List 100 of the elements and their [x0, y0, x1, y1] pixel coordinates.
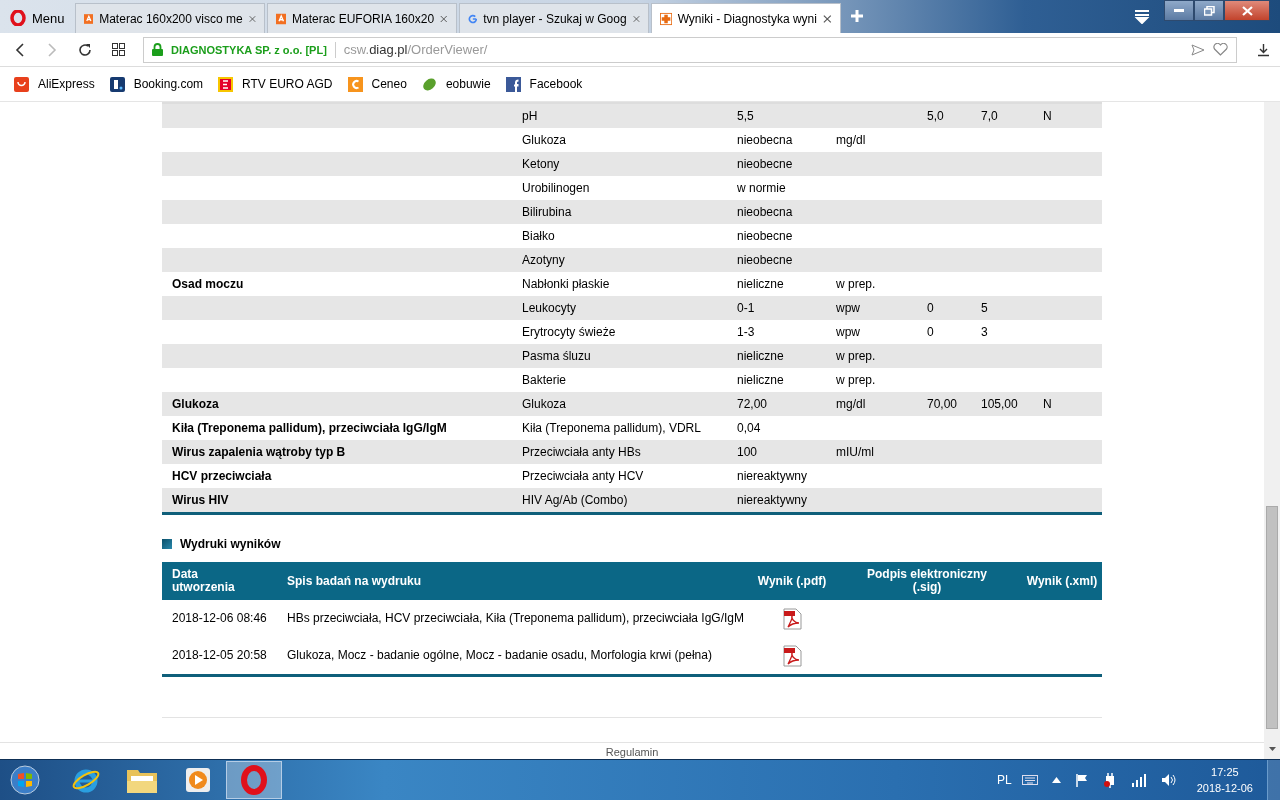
unit: mIU/ml	[836, 445, 875, 459]
language-indicator[interactable]: PL	[997, 773, 1012, 787]
padlock-icon	[152, 43, 163, 56]
test-name: Erytrocyty świeże	[522, 325, 617, 339]
range-max: 5	[981, 301, 989, 315]
reload-icon[interactable]	[78, 42, 92, 57]
test-name: Urobilinogen	[522, 181, 591, 195]
flag-label: N	[1043, 397, 1053, 411]
test-name: Azotyny	[522, 253, 566, 267]
bookmark-link[interactable]: Facebook	[505, 76, 583, 92]
minimize-button[interactable]	[1164, 0, 1194, 21]
opera-logo-icon	[10, 10, 26, 26]
result-value: 0-1	[737, 301, 756, 315]
range-min: 70,00	[927, 397, 959, 411]
play-icon	[184, 766, 212, 794]
result-value: 72,00	[737, 397, 769, 411]
bookmark-link[interactable]: RTV EURO AGD	[218, 76, 333, 92]
address-field[interactable]: DIAGNOSTYKA SP. z o.o. [PL] csw.diag.pl/OrderViewer/	[143, 36, 1237, 63]
test-name: HIV Ag/Ab (Combo)	[522, 493, 629, 507]
send-icon[interactable]	[1191, 43, 1205, 56]
unit: w prep.	[836, 349, 877, 363]
scroll-down-icon[interactable]	[1269, 747, 1276, 751]
restore-button[interactable]	[1194, 0, 1224, 21]
date-cell-text: 2018-12-06 08:46	[171, 612, 268, 625]
browser-tab[interactable]: Materac 160x200 visco me	[74, 3, 265, 33]
result-value: 1-3	[737, 325, 756, 339]
pdf-file-icon[interactable]	[782, 644, 802, 667]
keyboard-icon[interactable]	[1021, 774, 1038, 786]
test-group: Wirus HIV	[162, 493, 522, 507]
close-window-button[interactable]	[1224, 0, 1270, 21]
range-max: 105,00	[981, 397, 1019, 411]
tests-cell-text: HBs przeciwciała, HCV przeciwciała, Kiła (Treponema pallidum), przeciwciała IgG/IgM	[287, 612, 746, 625]
square-logo-icon	[109, 76, 125, 92]
result-value: nieobecne	[737, 157, 794, 171]
letter-a-icon	[275, 11, 286, 26]
test-name: Nabłonki płaskie	[522, 277, 611, 291]
date-cell-text: 2018-12-05 20:58	[171, 649, 268, 662]
bag-icon	[14, 76, 29, 92]
restore-icon	[1203, 5, 1215, 16]
result-value: w normie	[737, 181, 787, 195]
download-icon[interactable]	[1257, 42, 1270, 57]
test-name: Kiła (Treponema pallidum), VDRL	[522, 421, 702, 435]
unit: w prep.	[836, 373, 877, 387]
power-plug-icon[interactable]	[1102, 772, 1117, 788]
bookmark-link[interactable]: eobuwie	[421, 76, 491, 92]
result-value: nieobecne	[737, 229, 794, 243]
square-logo-icon	[218, 76, 234, 92]
test-group: Glukoza	[162, 397, 522, 411]
result-value: niereaktywny	[737, 469, 809, 483]
unit: wpw	[836, 325, 861, 339]
menu-button[interactable]: Menu	[2, 3, 73, 33]
result-value: 0,04	[737, 421, 762, 435]
show-hidden-icons-icon[interactable]	[1051, 777, 1061, 783]
column-header: Wynik (.xml)	[1025, 574, 1099, 588]
result-value: nieliczne	[737, 349, 785, 363]
speaker-icon[interactable]	[1160, 773, 1177, 787]
pdf-file-icon[interactable]	[782, 607, 802, 630]
footer-link[interactable]: Regulamin	[605, 746, 659, 758]
medical-cross-icon	[659, 11, 672, 26]
letter-a-icon	[83, 11, 94, 26]
test-group: HCV przeciwciała	[162, 469, 522, 483]
result-value: 5,5	[737, 109, 755, 123]
column-header: Spis badań na wydruku	[287, 574, 423, 588]
unit: mg/dl	[836, 133, 867, 147]
result-value: nieliczne	[737, 277, 785, 291]
browser-tab[interactable]: Wyniki - Diagnostyka wyni	[650, 3, 841, 33]
range-min: 5,0	[927, 109, 945, 123]
test-name: Przeciwciała anty HBs	[522, 445, 642, 459]
bookmark-link[interactable]: AliExpress	[14, 76, 95, 92]
close-icon[interactable]	[440, 13, 448, 24]
test-name: Ketony	[522, 157, 561, 171]
new-tab-icon[interactable]	[848, 8, 865, 24]
scrollbar[interactable]	[1264, 102, 1280, 759]
bookmark-link[interactable]: Ceneo	[347, 76, 407, 92]
result-value: nieobecne	[737, 253, 794, 267]
result-value: 100	[737, 445, 759, 459]
test-name: Białko	[522, 229, 556, 243]
bookmark-link[interactable]: Booking.com	[109, 76, 204, 92]
range-max: 7,0	[981, 109, 999, 123]
back-icon[interactable]	[14, 42, 26, 57]
square-logo-icon	[505, 76, 521, 92]
test-name: Pasma śluzu	[522, 349, 592, 363]
browser-tab[interactable]: tvn player - Szukaj w Goog	[458, 3, 649, 33]
flag-icon[interactable]	[1074, 773, 1089, 787]
browser-tab[interactable]: Materac EUFORIA 160x20	[266, 3, 457, 33]
result-value: niereaktywny	[737, 493, 809, 507]
square-logo-icon	[347, 76, 363, 92]
leaf-icon	[421, 76, 437, 92]
close-icon[interactable]	[822, 13, 832, 24]
signal-bars-icon[interactable]	[1130, 773, 1147, 787]
range-max: 3	[981, 325, 989, 339]
test-name: Przeciwciała anty HCV	[522, 469, 645, 483]
tab-menu-icon[interactable]	[1134, 10, 1150, 24]
heart-icon[interactable]	[1213, 43, 1228, 56]
result-value: nieliczne	[737, 373, 785, 387]
taskbar-app[interactable]	[226, 761, 282, 799]
flag-label: N	[1043, 109, 1053, 123]
unit: w prep.	[836, 277, 877, 291]
clock[interactable]: 17:25 2018-12-06	[1196, 764, 1253, 796]
grid-icon[interactable]	[112, 43, 125, 56]
